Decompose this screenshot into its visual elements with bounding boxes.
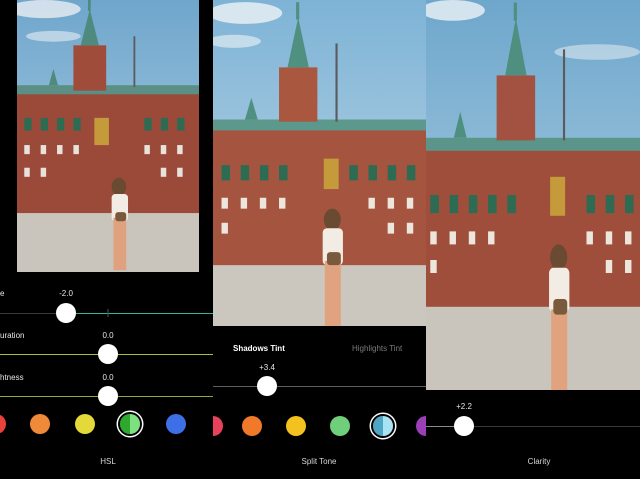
photo-preview — [213, 0, 426, 326]
tool-label-hsl[interactable]: HSL — [100, 457, 116, 466]
clarity-slider-knob[interactable] — [454, 416, 474, 436]
swatch-yellow[interactable] — [75, 414, 95, 434]
swatch-orange[interactable] — [30, 414, 50, 434]
city-hall-photo — [426, 0, 640, 390]
shadows-tint-slider-knob[interactable] — [257, 376, 277, 396]
tab-highlights-tint[interactable]: Highlights Tint — [352, 344, 402, 353]
swatch-red[interactable] — [0, 414, 6, 434]
swatch-purple[interactable] — [416, 416, 426, 436]
photo-preview — [426, 0, 640, 390]
swatch-green-selected[interactable] — [120, 414, 140, 434]
swatch-pink[interactable] — [213, 416, 223, 436]
photo-preview — [17, 0, 199, 272]
tab-shadows-tint[interactable]: Shadows Tint — [233, 344, 285, 353]
lightness-slider-value: 0.0 — [102, 373, 114, 382]
hue-slider-center-tick — [107, 309, 109, 317]
swatch-orange[interactable] — [242, 416, 262, 436]
hue-slider-knob[interactable] — [56, 303, 76, 323]
swatch-yellow[interactable] — [286, 416, 306, 436]
tool-label-split-tone[interactable]: Split Tone — [302, 457, 337, 466]
city-hall-photo — [213, 0, 426, 326]
swatch-blue[interactable] — [166, 414, 186, 434]
saturation-slider-value: 0.0 — [102, 331, 114, 340]
lightness-slider-knob[interactable] — [98, 386, 118, 406]
shadows-tint-slider-value: +3.4 — [259, 363, 275, 372]
tool-label-clarity[interactable]: Clarity — [528, 457, 551, 466]
lightness-slider-label: htness — [0, 373, 24, 382]
hue-slider-value: -2.0 — [59, 289, 73, 298]
clarity-panel: +2.2 Clarity — [426, 0, 640, 479]
clarity-slider-value: +2.2 — [456, 402, 472, 411]
swatch-green[interactable] — [330, 416, 350, 436]
split-tone-panel: Shadows Tint Highlights Tint +3.4 Split … — [213, 0, 426, 479]
hue-slider-label: e — [0, 289, 5, 298]
hsl-panel: e -2.0 uration 0.0 htness 0.0 HSL — [0, 0, 213, 479]
city-hall-photo — [17, 0, 199, 272]
hue-slider-fill — [66, 313, 213, 314]
swatch-cyan-selected[interactable] — [373, 416, 393, 436]
saturation-slider-label: uration — [0, 331, 25, 340]
shadows-tint-slider-track[interactable] — [213, 386, 426, 387]
saturation-slider-knob[interactable] — [98, 344, 118, 364]
